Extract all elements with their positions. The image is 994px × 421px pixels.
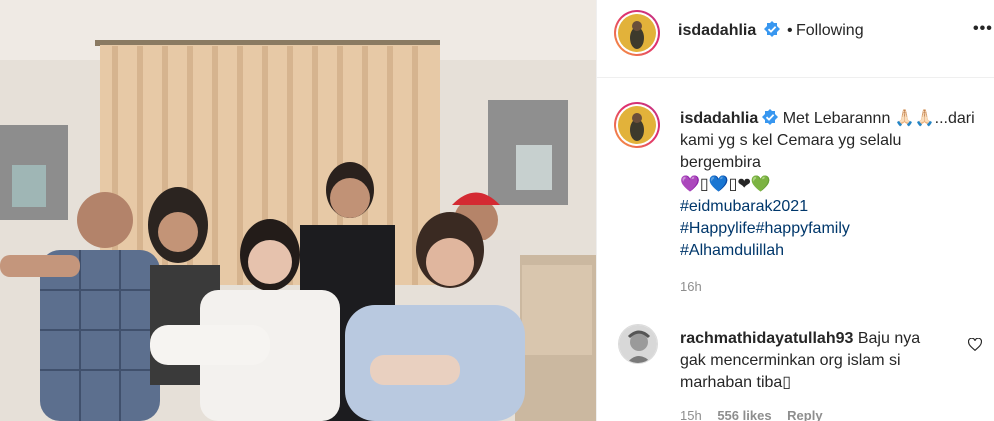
more-options-icon[interactable]: ••• [973, 20, 993, 38]
author-avatar[interactable] [614, 10, 660, 56]
post-header: isdadahlia • Following ••• [597, 0, 994, 78]
caption-timestamp[interactable]: 16h [680, 279, 702, 294]
caption-line-2: kami yg s kel Cemara yg selalu [680, 132, 902, 149]
avatar-image [618, 106, 656, 144]
caption-emoji-line: 💜▯💙▯❤💚 [680, 176, 771, 193]
post-media[interactable] [0, 0, 596, 421]
author-username[interactable]: isdadahlia [678, 22, 756, 40]
comment-text: rachmathidayatullah93 Baju nya gak mence… [680, 328, 945, 394]
caption-line-3: bergembira [680, 154, 761, 171]
comment-timestamp[interactable]: 15h [680, 408, 702, 421]
caption-line-1: Met Lebarannn 🙏🏻🙏🏻...dari [782, 110, 975, 127]
caption-avatar[interactable] [614, 102, 660, 148]
verified-badge-icon [760, 21, 780, 40]
hashtag-link-3[interactable]: #Alhamdulillah [680, 240, 990, 262]
verified-badge-icon [758, 109, 779, 127]
hashtag-link-2[interactable]: #Happylife#happyfamily [680, 218, 990, 240]
comment-meta: 15h 556 likes Reply [680, 408, 835, 421]
commenter-avatar-image [619, 325, 657, 363]
caption-username[interactable]: isdadahlia [680, 110, 758, 127]
avatar-image [618, 14, 656, 52]
caption-text: isdadahlia Met Lebarannn 🙏🏻🙏🏻...dari kam… [680, 108, 990, 262]
header-separator: • [787, 22, 793, 39]
reply-button[interactable]: Reply [787, 408, 822, 421]
comment-item: rachmathidayatullah93 Baju nya gak mence… [597, 316, 994, 421]
commenter-username[interactable]: rachmathidayatullah93 [680, 330, 853, 347]
like-comment-heart-icon[interactable] [967, 337, 983, 356]
hashtag-link-1[interactable]: #eidmubarak2021 [680, 196, 990, 218]
commenter-avatar[interactable] [618, 324, 658, 364]
comment-likes-count[interactable]: 556 likes [717, 408, 771, 421]
post-video-frame [0, 0, 596, 421]
post-side-panel: isdadahlia • Following ••• isdadahlia Me… [596, 0, 994, 421]
following-button[interactable]: Following [796, 22, 864, 40]
